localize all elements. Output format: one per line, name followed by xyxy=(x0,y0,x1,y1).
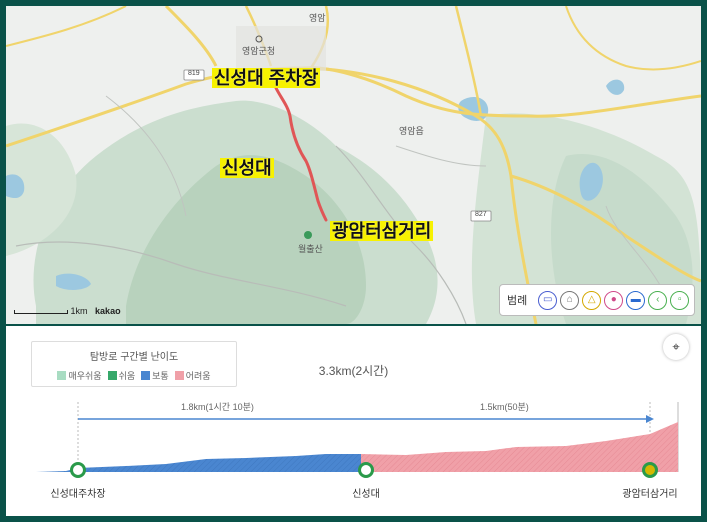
person-icon[interactable]: ● xyxy=(604,290,624,310)
town-label: 영암 xyxy=(309,13,326,23)
share-icon[interactable]: ‹ xyxy=(648,290,668,310)
sinseongdae-annotation: 신성대 xyxy=(220,158,274,178)
map-canvas[interactable] xyxy=(6,6,701,324)
mountain-label: 월출산 xyxy=(298,244,323,254)
bell-icon[interactable]: △ xyxy=(582,290,602,310)
parking-annotation: 신성대 주차장 xyxy=(212,68,321,88)
scale-label: 1km xyxy=(70,306,88,316)
point-label-sinseongdae: 신성대 xyxy=(352,489,380,500)
route-map[interactable]: 819 827 영암군청 영암 영암읍 월출산 신성대 주차장 신성대 광암터삼… xyxy=(6,6,701,324)
road-badge-827-label: 827 xyxy=(475,211,487,218)
scale-bar: 1km kakao xyxy=(14,306,121,316)
home-icon[interactable]: ⌂ xyxy=(560,290,580,310)
point-intersection xyxy=(642,462,658,478)
bus-icon[interactable]: ▭ xyxy=(538,290,558,310)
lock-icon[interactable]: ▫ xyxy=(670,290,690,310)
elevation-profile-panel: 탐방로 구간별 난이도 매우쉬움 쉬움 보통 어려움 3.3km(2시간) ⌖ … xyxy=(6,326,701,516)
point-label-parking: 신성대주차장 xyxy=(50,489,106,500)
point-sinseongdae xyxy=(358,462,374,478)
car-icon[interactable]: ▬ xyxy=(626,290,646,310)
intersection-annotation: 광암터삼거리 xyxy=(330,221,434,241)
map-legend: 범례 ▭ ⌂ △ ● ▬ ‹ ▫ xyxy=(499,284,695,316)
mountain-marker xyxy=(304,231,312,239)
legend-title: 범례 xyxy=(507,295,528,307)
eup-label: 영암읍 xyxy=(399,126,424,136)
road-badge-819-label: 819 xyxy=(188,70,200,77)
kakao-logo: kakao xyxy=(95,306,121,316)
point-parking xyxy=(70,462,86,478)
point-label-intersection: 광암터삼거리 xyxy=(622,489,678,500)
county-office-label: 영암군청 xyxy=(242,46,276,56)
